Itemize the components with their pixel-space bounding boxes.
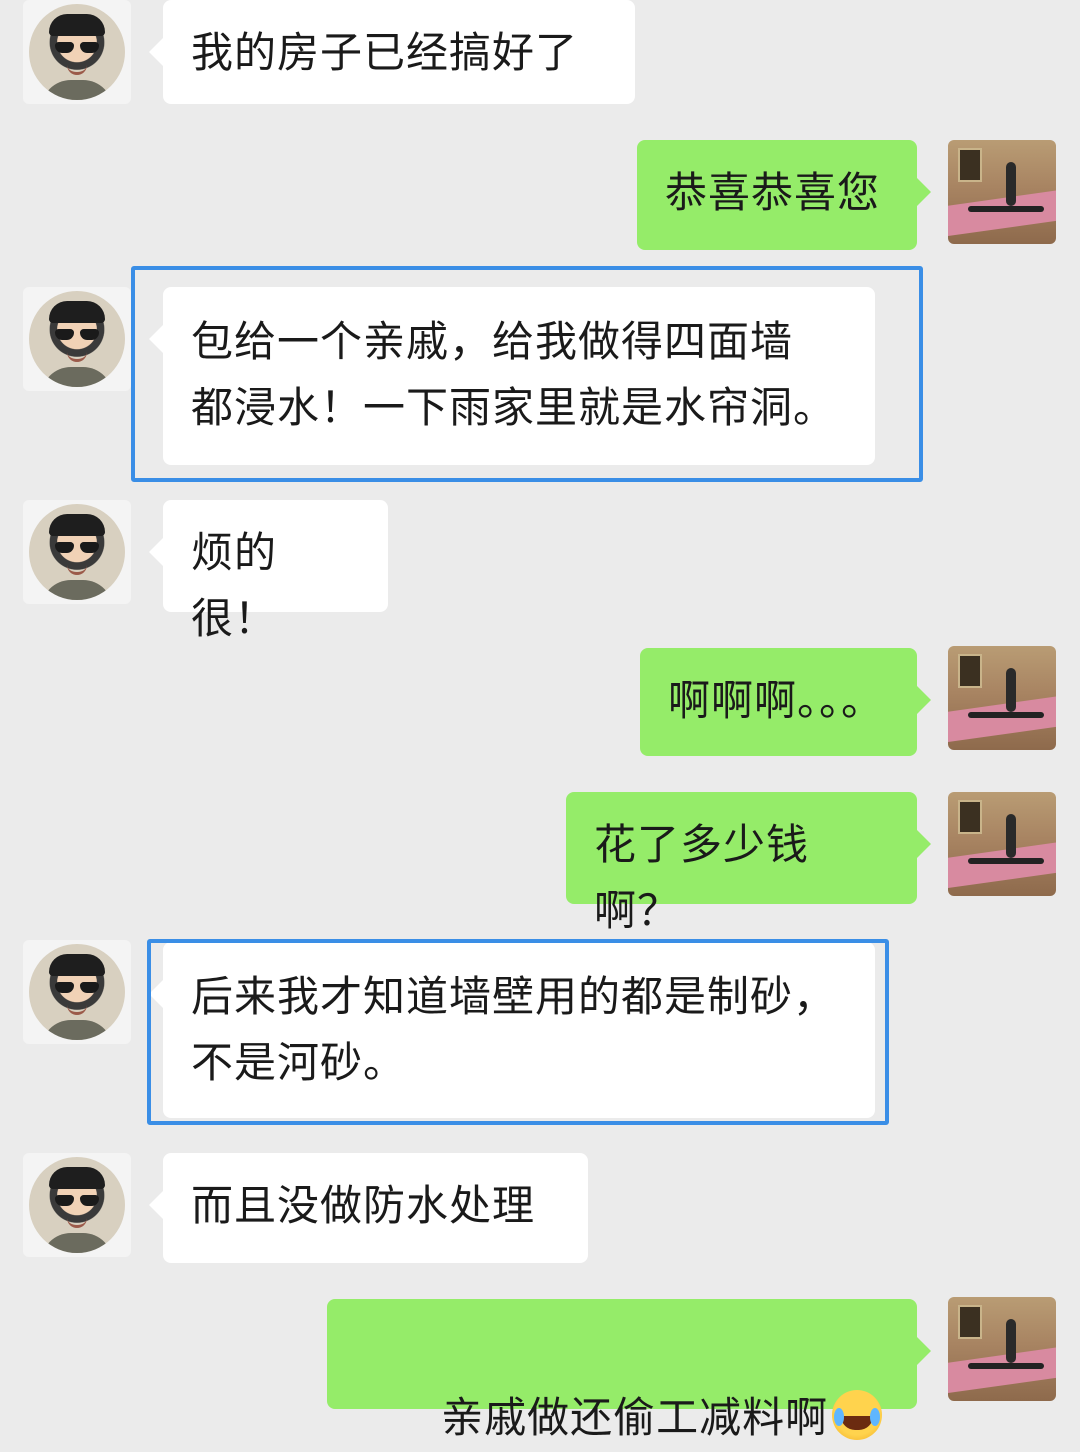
incoming-message-bubble[interactable]: 我的房子已经搞好了 [149,0,635,104]
message-text: 亲戚做还偷工减料啊 [441,1393,829,1442]
outgoing-message-bubble[interactable]: 恭喜恭喜您 [637,140,931,250]
incoming-message-bubble[interactable]: 包给一个亲戚，给我做得四面墙 都浸水！一下雨家里就是水帘洞。 [149,287,875,465]
contact-avatar[interactable] [23,940,131,1044]
crying-laughing-emoji-icon [832,1390,883,1440]
my-avatar[interactable] [948,792,1056,896]
outgoing-message-bubble[interactable]: 亲戚做还偷工减料啊 [327,1299,931,1442]
contact-avatar[interactable] [23,0,131,104]
contact-avatar[interactable] [23,500,131,604]
outgoing-message-bubble[interactable]: 花了多少钱啊？ [566,792,931,935]
my-avatar[interactable] [948,1297,1056,1401]
my-avatar[interactable] [948,140,1056,244]
incoming-message-bubble[interactable]: 而且没做防水处理 [149,1153,588,1263]
chat-conversation: 我的房子已经搞好了 恭喜恭喜您 包给一个亲戚，给我做得四面墙 都浸水！一下雨家里… [0,0,1080,1452]
my-avatar[interactable] [948,646,1056,750]
contact-avatar[interactable] [23,287,131,391]
incoming-message-bubble[interactable]: 烦的很！ [149,500,388,643]
contact-avatar[interactable] [23,1153,131,1257]
incoming-message-bubble[interactable]: 后来我才知道墙壁用的都是制砂， 不是河砂。 [149,942,875,1118]
outgoing-message-bubble[interactable]: 啊啊啊。。。 [640,648,931,756]
